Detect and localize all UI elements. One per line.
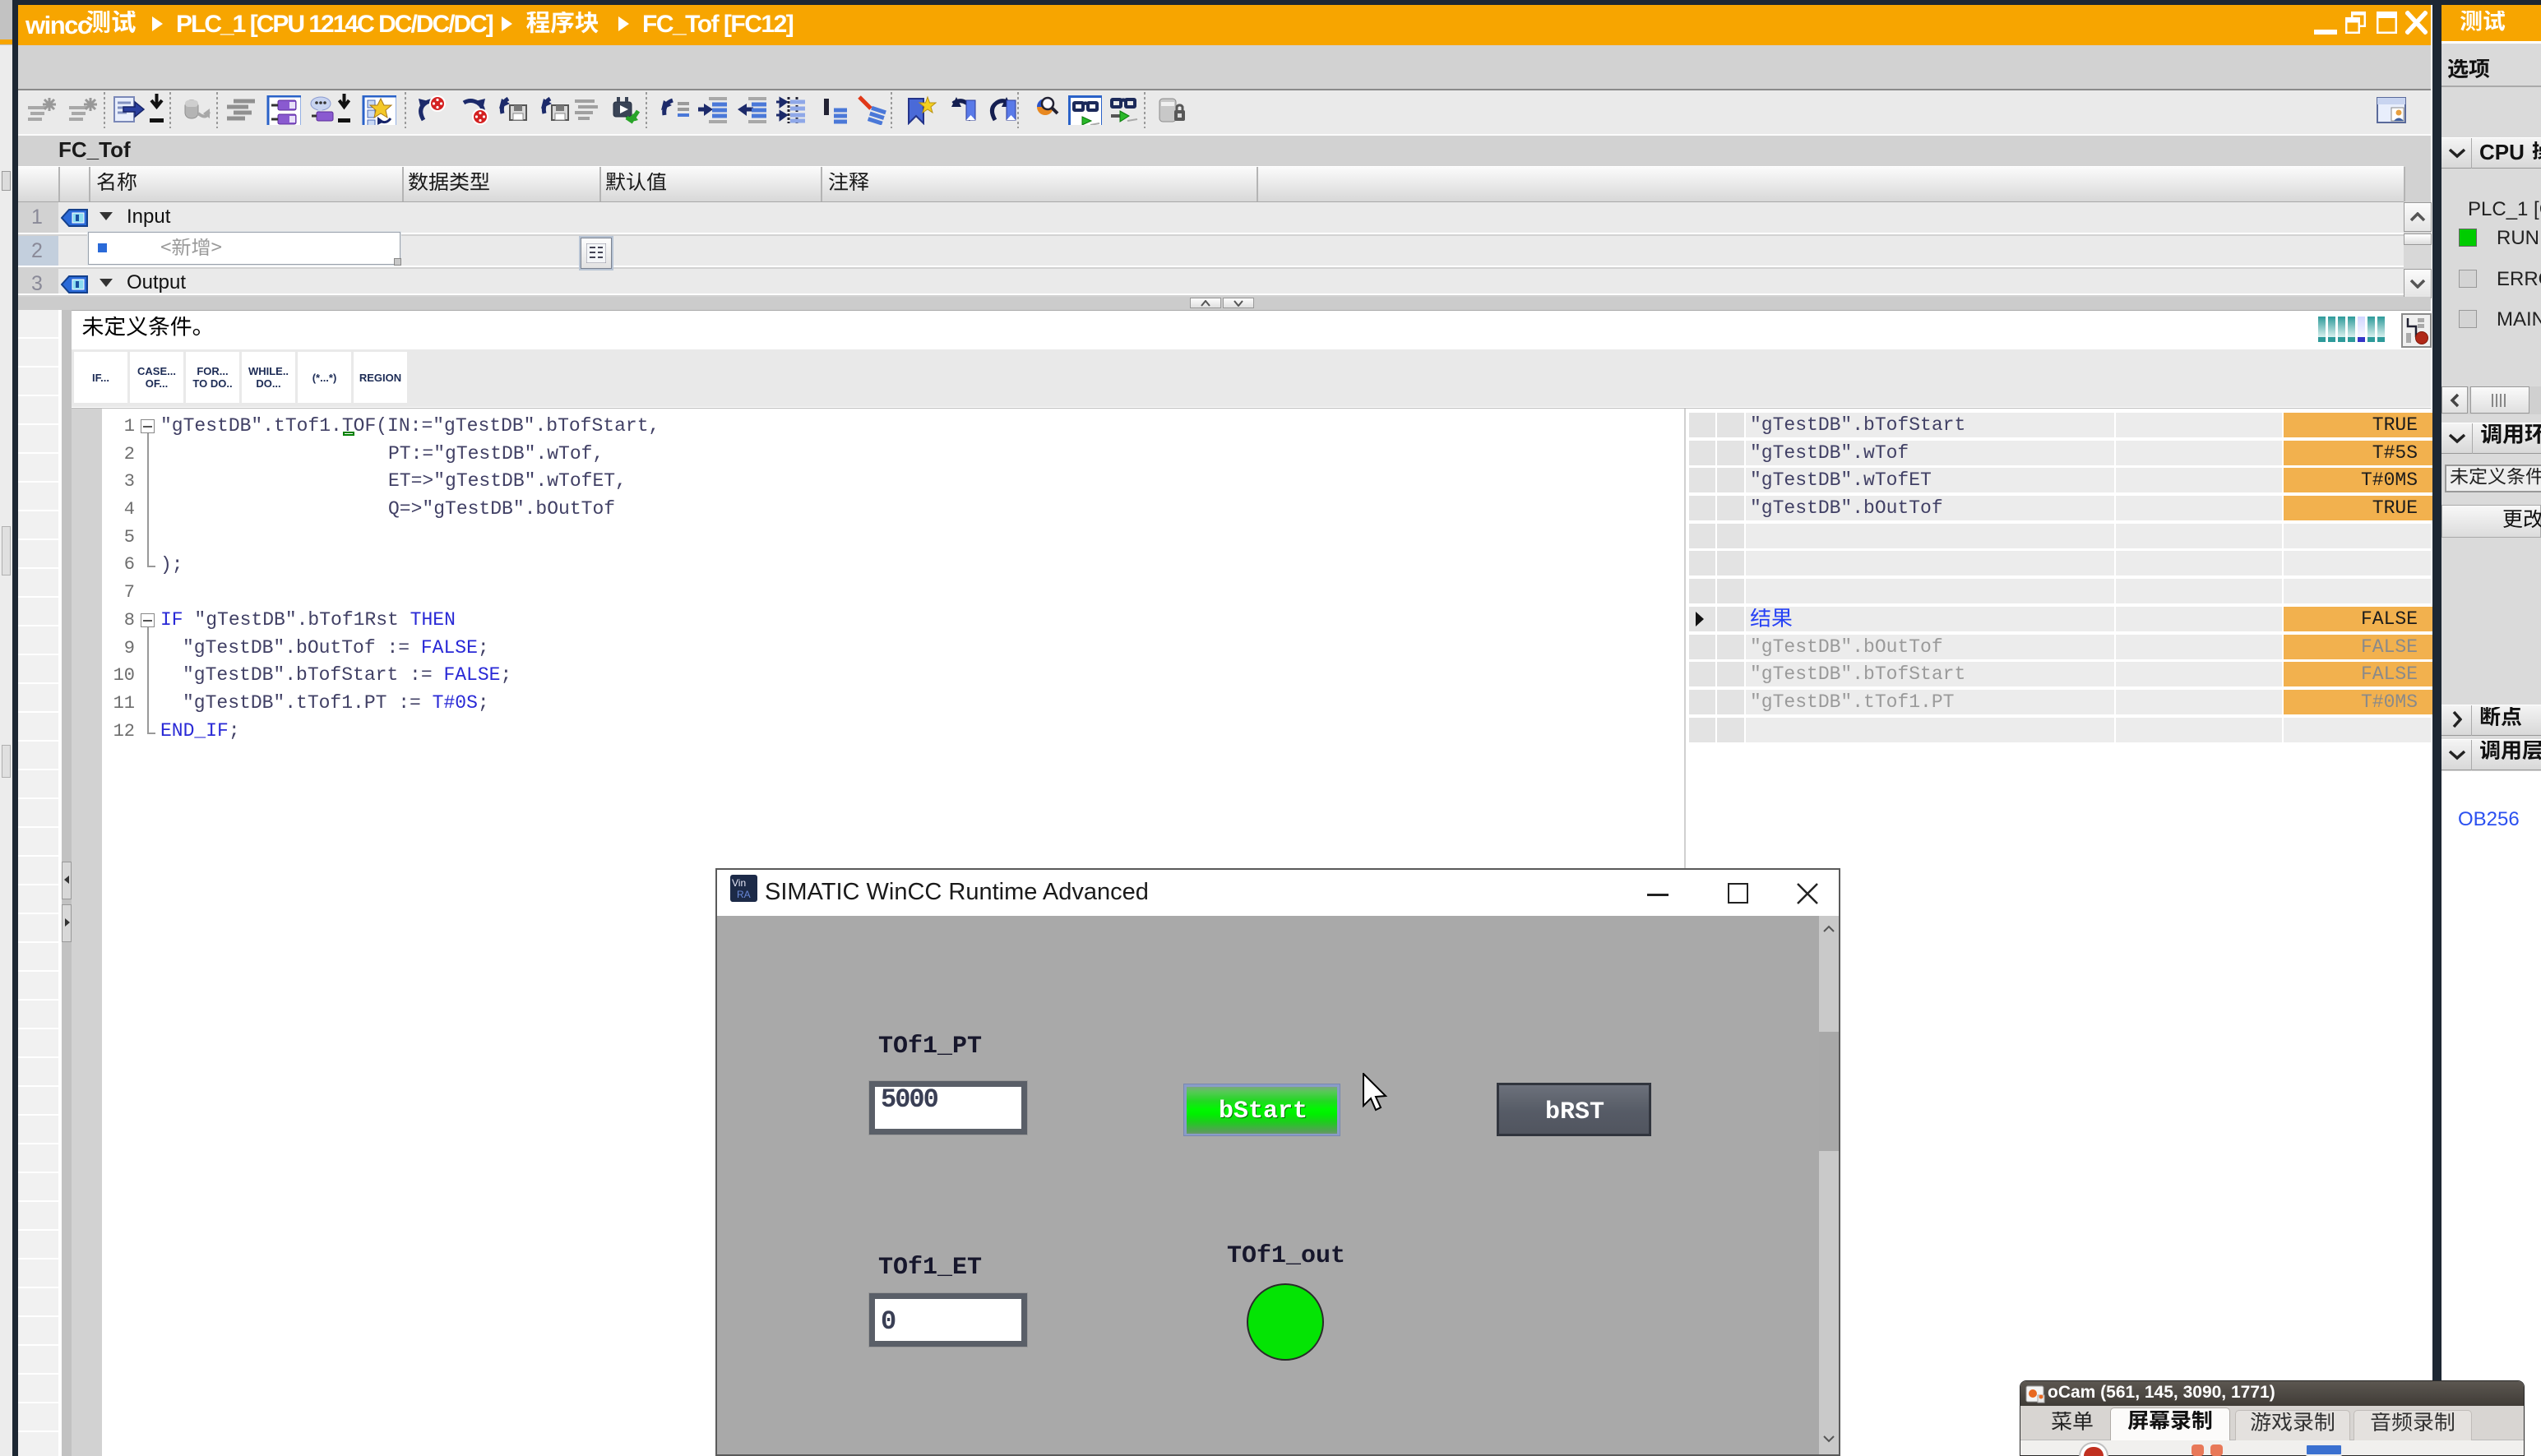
svg-text:RA: RA [737,889,751,900]
svg-text:Vin: Vin [732,877,746,889]
